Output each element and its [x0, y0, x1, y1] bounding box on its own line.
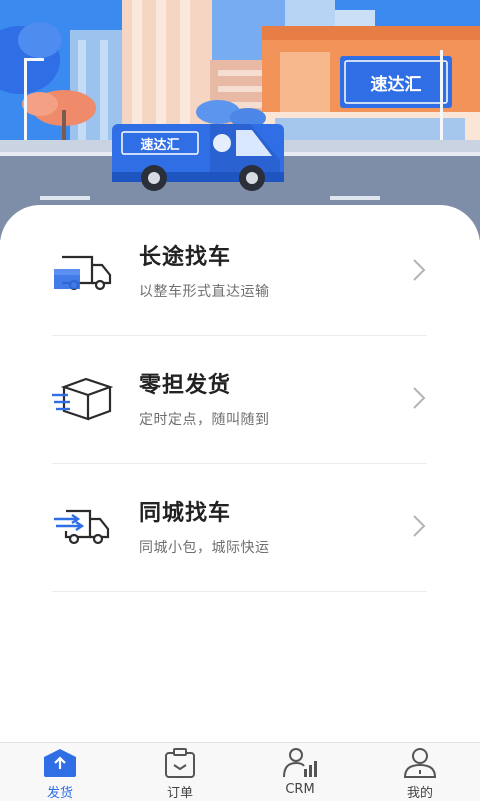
tab-label: 我的 [406, 786, 433, 801]
chevron-right-icon [413, 387, 426, 409]
store-sign-text: 速达汇 [371, 74, 422, 95]
delivery-van-illustration: 速达汇 [112, 124, 284, 191]
service-subtitle: 以整车形式直达运输 [139, 284, 270, 300]
long-haul-truck-icon [54, 255, 112, 291]
tab-orders[interactable]: 订单 [120, 743, 240, 801]
tab-label: 订单 [166, 786, 193, 801]
parcel-box-icon [52, 377, 114, 421]
service-title: 长途找车 [139, 245, 232, 270]
van-brand-text: 速达汇 [140, 137, 179, 153]
hero-banner: 速达汇 速达汇 [0, 0, 480, 240]
tab-label: CRM [285, 782, 315, 797]
service-title: 同城找车 [139, 501, 232, 526]
service-list-card: 长途找车 以整车形式直达运输 零担发货 定时定点，随叫随到 同城找车 同城小包，… [0, 205, 480, 745]
service-subtitle: 定时定点，随叫随到 [139, 412, 270, 428]
ship-upload-icon [44, 749, 76, 777]
city-illustration: 速达汇 速达汇 [0, 0, 480, 240]
profile-icon [403, 748, 437, 778]
fast-delivery-truck-icon [54, 509, 110, 545]
tab-crm[interactable]: CRM [240, 743, 360, 801]
tab-label: 发货 [46, 786, 73, 801]
bottom-tab-bar: 发货 订单 CRM 我的 [0, 742, 480, 801]
service-less-than-truckload[interactable]: 零担发货 定时定点，随叫随到 [52, 335, 427, 464]
service-same-city[interactable]: 同城找车 同城小包，城际快运 [52, 463, 427, 592]
service-title: 零担发货 [139, 373, 232, 398]
tab-ship[interactable]: 发货 [0, 743, 120, 801]
chevron-right-icon [413, 515, 426, 537]
order-clipboard-icon [165, 748, 195, 778]
tab-profile[interactable]: 我的 [360, 743, 480, 801]
chevron-right-icon [413, 259, 426, 281]
service-long-haul[interactable]: 长途找车 以整车形式直达运输 [52, 207, 427, 336]
crm-user-stats-icon [283, 748, 317, 778]
service-subtitle: 同城小包，城际快运 [139, 540, 270, 556]
